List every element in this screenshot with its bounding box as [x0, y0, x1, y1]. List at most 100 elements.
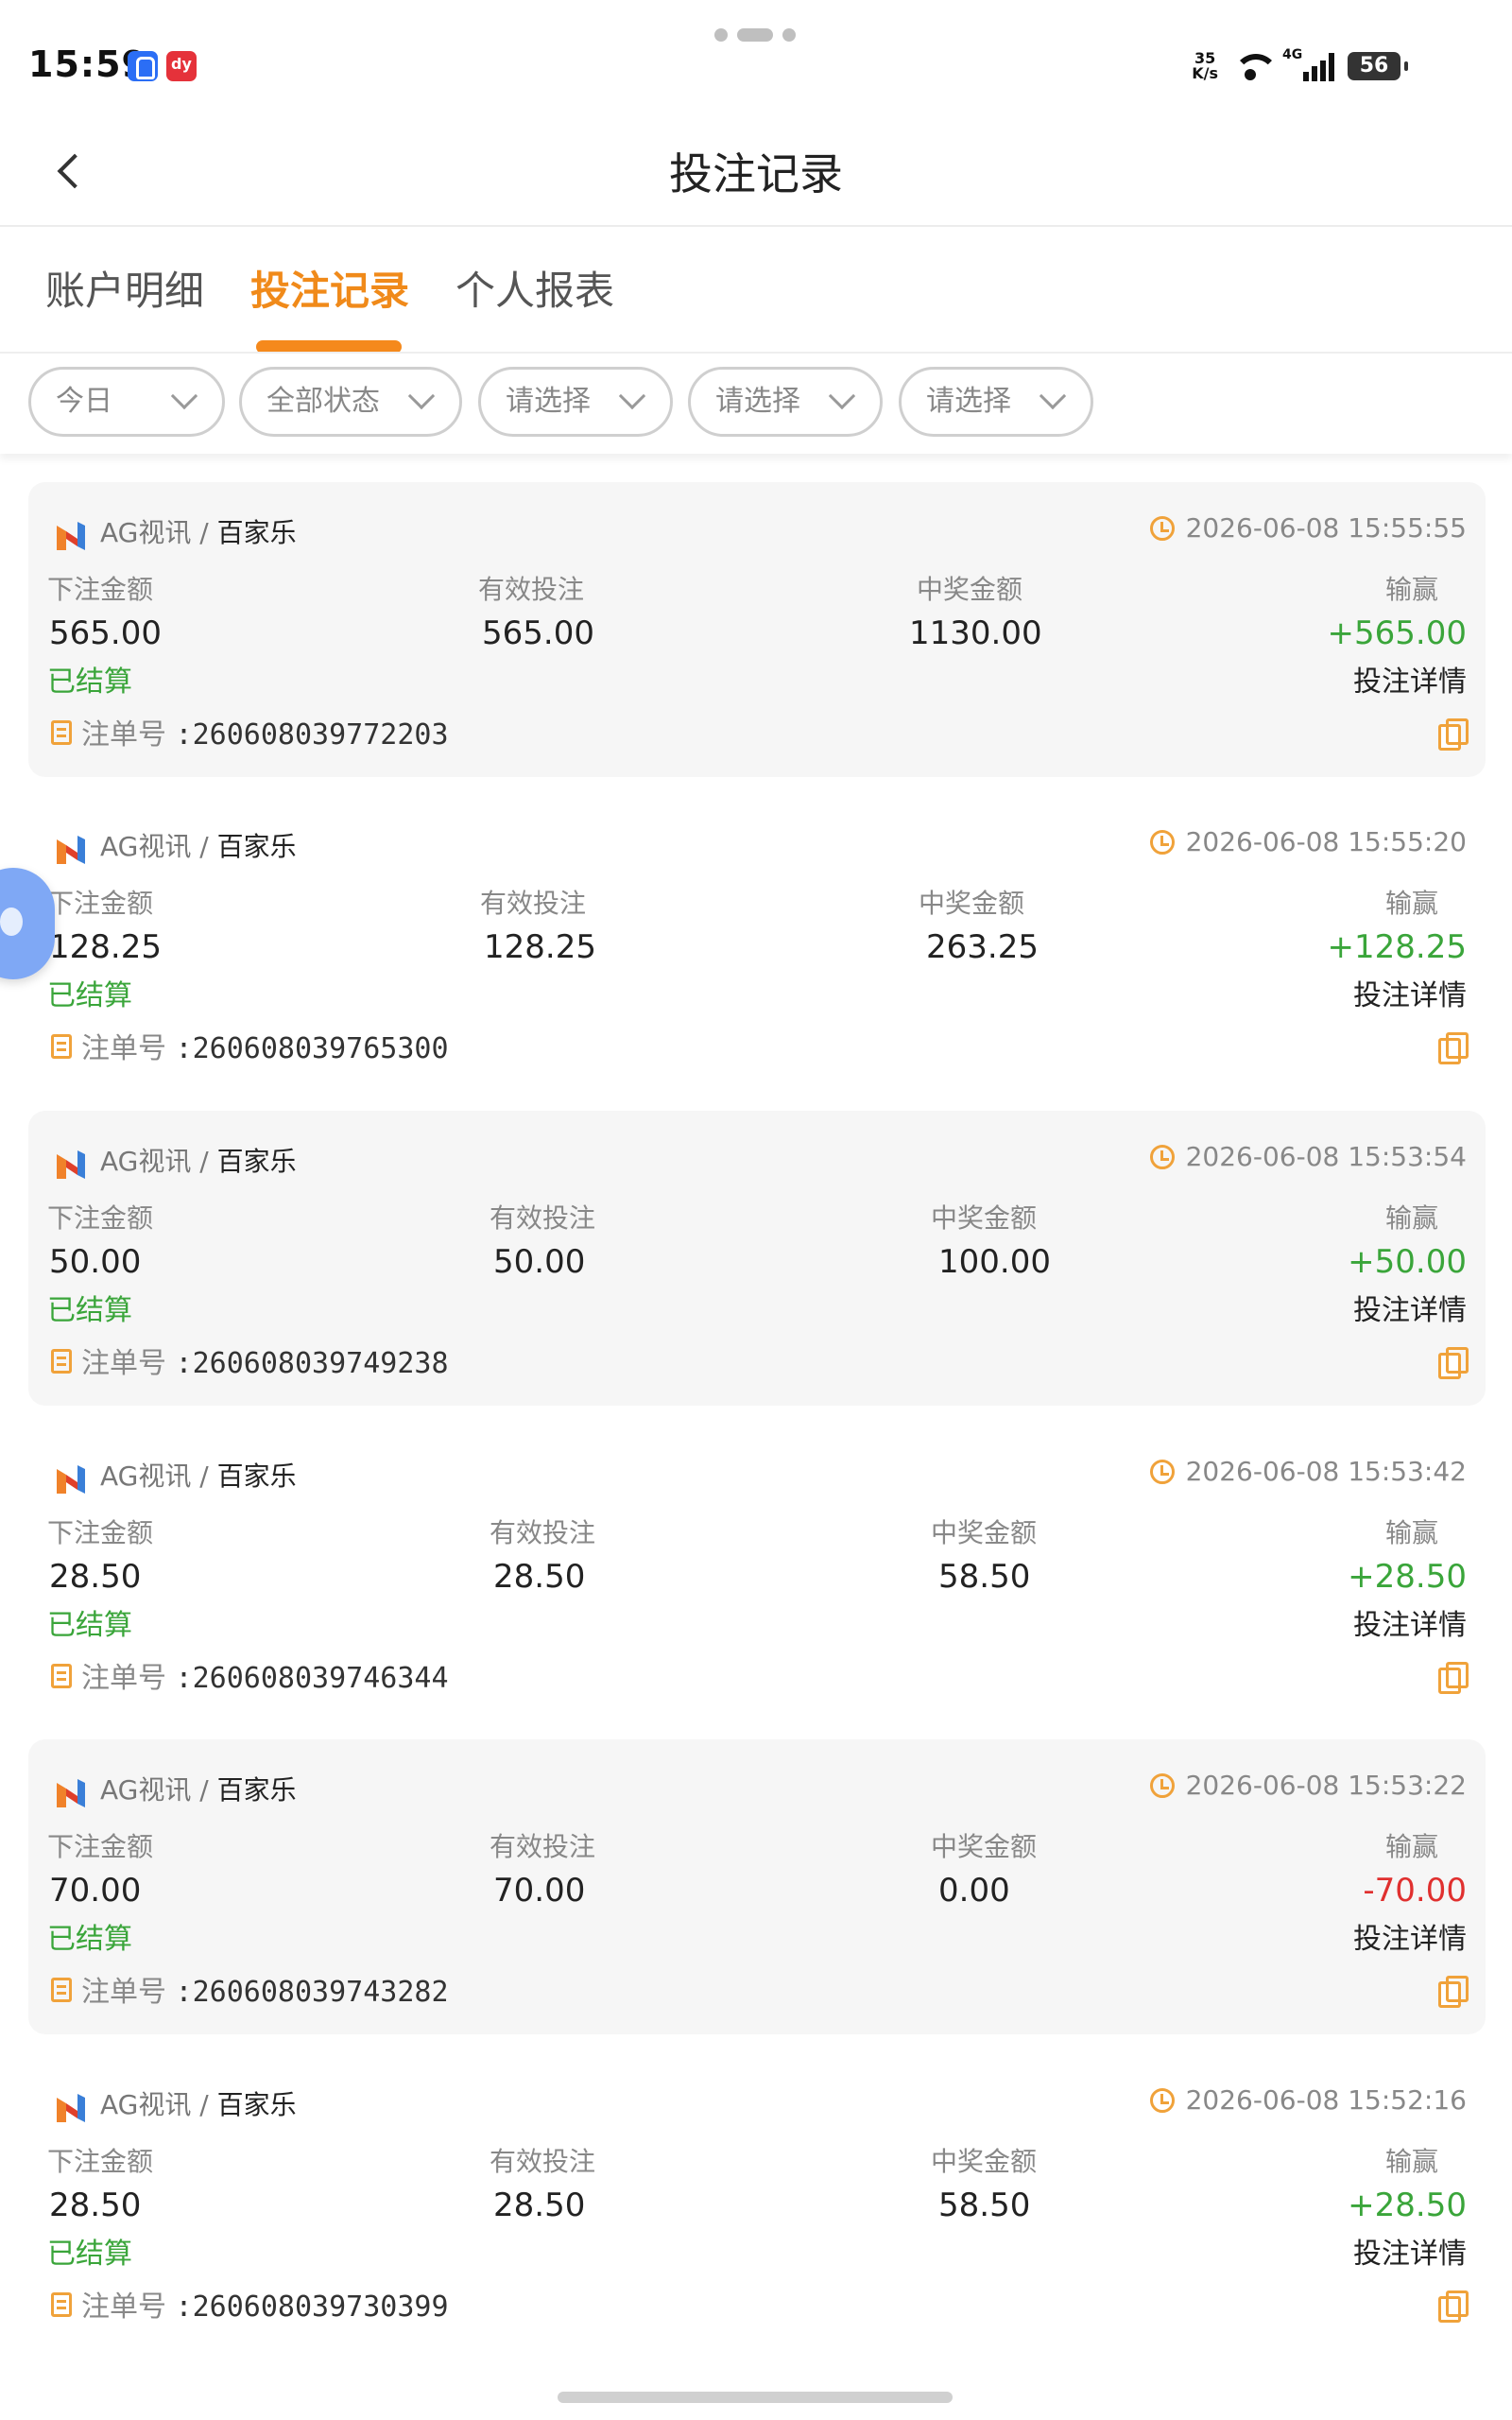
prize-amount-value: 0.00 — [938, 1872, 1010, 1910]
settlement-status: 已结算 — [47, 1923, 132, 1956]
tab-account-details[interactable]: 账户明细 — [45, 259, 204, 317]
chevron-down-icon — [407, 382, 436, 410]
game-name: 百家乐 — [216, 1461, 297, 1492]
valid-bet-value: 28.50 — [493, 2187, 586, 2224]
filter-dropdown-3[interactable]: 请选择 — [478, 367, 673, 437]
bet-record-card: AG视讯 / 百家乐 2026-06-08 15:53:42 下注金额 有效投注… — [28, 1426, 1486, 1720]
win-loss-label: 输赢 — [1384, 574, 1438, 605]
game-provider: AG视讯 / 百家乐 — [100, 517, 297, 548]
game-provider: AG视讯 / 百家乐 — [100, 831, 297, 862]
settlement-status: 已结算 — [47, 2238, 132, 2271]
settlement-status: 已结算 — [47, 1609, 132, 1642]
wifi-icon — [1231, 52, 1279, 80]
order-number: 注单号 :260608039730399 — [81, 2290, 449, 2324]
status-indicators: 35 K/s 4G 56 — [1192, 47, 1408, 85]
bet-amount-label: 下注金额 — [47, 888, 154, 919]
ag-logo-icon — [57, 1779, 85, 1807]
home-indicator — [558, 2392, 953, 2403]
win-loss-value: +50.00 — [1348, 1243, 1467, 1281]
bet-detail-link[interactable]: 投注详情 — [1353, 1287, 1467, 1328]
order-number: 注单号 :260608039743282 — [81, 1976, 449, 2009]
bet-time: 2026-06-08 15:52:16 — [1149, 2084, 1467, 2116]
win-loss-label: 输赢 — [1384, 888, 1438, 919]
clock-icon — [1149, 830, 1175, 855]
page-title: 投注记录 — [669, 148, 843, 199]
copy-icon[interactable] — [1438, 1976, 1469, 2008]
win-loss-value: +128.25 — [1327, 928, 1467, 966]
douyin-app-icon — [166, 51, 197, 81]
order-icon — [51, 2292, 72, 2317]
date-filter-dropdown[interactable]: 今日 — [28, 367, 225, 437]
prize-amount-label: 中奖金额 — [931, 2146, 1038, 2177]
tab-personal-report[interactable]: 个人报表 — [455, 259, 614, 317]
prize-amount-label: 中奖金额 — [919, 888, 1025, 919]
ag-logo-icon — [57, 2094, 85, 2122]
nav-bar: 投注记录 — [0, 113, 1512, 227]
order-number: 注单号 :260608039749238 — [81, 1347, 449, 1380]
filter-dropdown-5[interactable]: 请选择 — [899, 367, 1093, 437]
bet-detail-link[interactable]: 投注详情 — [1353, 658, 1467, 700]
copy-icon[interactable] — [1438, 2290, 1469, 2323]
net-speed: 35 K/s — [1192, 49, 1218, 82]
chevron-down-icon — [170, 382, 198, 410]
camera-indicator-icon — [714, 28, 799, 42]
clock-icon — [1149, 1460, 1175, 1484]
valid-bet-label: 有效投注 — [490, 1202, 596, 1234]
bet-detail-link[interactable]: 投注详情 — [1353, 1915, 1467, 1957]
prize-amount-label: 中奖金额 — [931, 1202, 1038, 1234]
order-icon — [51, 1349, 72, 1374]
bet-record-card: AG视讯 / 百家乐 2026-06-08 15:55:55 下注金额 有效投注… — [28, 482, 1486, 777]
bet-amount-value: 565.00 — [49, 614, 162, 652]
filter-bar: 今日 全部状态 请选择 请选择 请选择 — [0, 354, 1512, 454]
prize-amount-label: 中奖金额 — [917, 574, 1023, 605]
tab-bar: 账户明细 投注记录 个人报表 — [0, 229, 1512, 354]
order-icon — [51, 720, 72, 745]
status-filter-dropdown[interactable]: 全部状态 — [239, 367, 462, 437]
bet-time: 2026-06-08 15:55:20 — [1149, 826, 1467, 857]
copy-icon[interactable] — [1438, 718, 1469, 751]
game-name: 百家乐 — [216, 517, 297, 548]
game-name: 百家乐 — [216, 831, 297, 862]
bet-amount-value: 28.50 — [49, 1558, 142, 1596]
bet-amount-label: 下注金额 — [47, 1202, 154, 1234]
bet-time: 2026-06-08 15:53:22 — [1149, 1770, 1467, 1801]
security-app-icon — [128, 51, 158, 81]
win-loss-value: +28.50 — [1348, 1558, 1467, 1596]
chevron-down-icon — [618, 382, 646, 410]
prize-amount-value: 1130.00 — [909, 614, 1042, 652]
battery-icon: 56 — [1348, 52, 1408, 80]
filter-dropdown-4[interactable]: 请选择 — [688, 367, 883, 437]
copy-icon[interactable] — [1438, 1032, 1469, 1064]
settlement-status: 已结算 — [47, 979, 132, 1012]
bet-amount-value: 28.50 — [49, 2187, 142, 2224]
order-number: 注单号 :260608039746344 — [81, 1662, 449, 1695]
copy-icon[interactable] — [1438, 1347, 1469, 1379]
bet-detail-link[interactable]: 投注详情 — [1353, 1601, 1467, 1643]
game-provider: AG视讯 / 百家乐 — [100, 2089, 297, 2120]
chevron-down-icon — [828, 382, 856, 410]
valid-bet-label: 有效投注 — [490, 1517, 596, 1548]
chevron-down-icon — [1039, 382, 1067, 410]
game-name: 百家乐 — [216, 1774, 297, 1806]
valid-bet-value: 28.50 — [493, 1558, 586, 1596]
prize-amount-label: 中奖金额 — [931, 1831, 1038, 1862]
prize-amount-value: 58.50 — [938, 2187, 1031, 2224]
game-provider: AG视讯 / 百家乐 — [100, 1146, 297, 1177]
order-number: 注单号 :260608039765300 — [81, 1032, 449, 1065]
ag-logo-icon — [57, 1150, 85, 1179]
win-loss-value: +28.50 — [1348, 2187, 1467, 2224]
win-loss-label: 输赢 — [1384, 1831, 1438, 1862]
tab-bet-records[interactable]: 投注记录 — [250, 259, 409, 317]
settlement-status: 已结算 — [47, 1294, 132, 1327]
valid-bet-value: 50.00 — [493, 1243, 586, 1281]
bet-detail-link[interactable]: 投注详情 — [1353, 972, 1467, 1013]
win-loss-label: 输赢 — [1384, 1202, 1438, 1234]
bet-detail-link[interactable]: 投注详情 — [1353, 2230, 1467, 2272]
valid-bet-value: 128.25 — [484, 928, 596, 966]
game-name: 百家乐 — [216, 2089, 297, 2120]
game-provider: AG视讯 / 百家乐 — [100, 1461, 297, 1492]
game-provider: AG视讯 / 百家乐 — [100, 1774, 297, 1806]
copy-icon[interactable] — [1438, 1662, 1469, 1694]
bet-record-card: AG视讯 / 百家乐 2026-06-08 15:55:20 下注金额 有效投注… — [28, 796, 1486, 1091]
clock-icon — [1149, 516, 1175, 541]
